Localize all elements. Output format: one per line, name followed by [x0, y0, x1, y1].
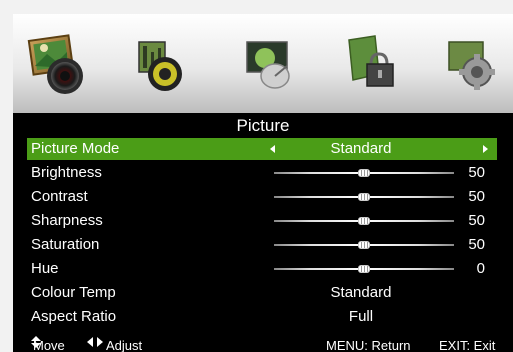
colour-temp-row[interactable]: Colour Temp Standard [27, 282, 497, 304]
hue-label: Hue [31, 260, 59, 277]
tv-osd-menu: Picture Picture Mode Standard Brightness… [13, 14, 513, 352]
hue-slider[interactable] [274, 265, 454, 273]
contrast-label: Contrast [31, 188, 88, 205]
hue-row[interactable]: Hue 0 [27, 258, 497, 280]
saturation-label: Saturation [31, 236, 100, 253]
hue-value: 0 [476, 260, 485, 277]
channel-icon[interactable] [243, 36, 299, 92]
saturation-slider-knob[interactable] [358, 241, 370, 249]
sharpness-row[interactable]: Sharpness 50 [27, 210, 497, 232]
picture-mode-value: Standard [330, 140, 392, 157]
sharpness-slider[interactable] [274, 217, 454, 225]
brightness-value: 50 [468, 164, 485, 181]
brightness-slider[interactable] [274, 169, 454, 177]
contrast-value: 50 [468, 188, 485, 205]
aspect-ratio-label: Aspect Ratio [31, 308, 117, 325]
colour-temp-label: Colour Temp [31, 284, 116, 301]
aspect-ratio-row[interactable]: Aspect Ratio Full [27, 306, 497, 328]
lock-icon[interactable] [345, 34, 397, 94]
saturation-row[interactable]: Saturation 50 [27, 234, 497, 256]
setup-icon[interactable] [445, 36, 499, 92]
picture-mode-row[interactable]: Picture Mode Standard [27, 138, 497, 160]
footer-hints: Move Adjust MENU: Return EXIT: Exit [13, 332, 513, 352]
right-arrow-icon[interactable] [483, 145, 488, 153]
saturation-slider[interactable] [274, 241, 454, 249]
sharpness-value: 50 [468, 212, 485, 229]
colour-temp-value: Standard [330, 284, 392, 301]
picture-mode-label: Picture Mode [31, 140, 120, 157]
exit-hint: EXIT: Exit [439, 338, 496, 352]
adjust-hint: Adjust [106, 338, 143, 352]
sharpness-slider-knob[interactable] [358, 217, 370, 225]
move-hint: Move [33, 338, 65, 352]
contrast-slider[interactable] [274, 193, 454, 201]
saturation-value: 50 [468, 236, 485, 253]
sharpness-label: Sharpness [31, 212, 103, 229]
brightness-slider-knob[interactable] [358, 169, 370, 177]
brightness-row[interactable]: Brightness 50 [27, 162, 497, 184]
aspect-ratio-value: Full [348, 308, 374, 325]
contrast-slider-knob[interactable] [358, 193, 370, 201]
menu-icon-bar [13, 14, 513, 113]
picture-icon[interactable] [27, 28, 89, 98]
sound-icon[interactable] [133, 36, 185, 94]
menu-title: Picture [236, 116, 290, 135]
menu-return-hint: MENU: Return [326, 338, 411, 352]
brightness-label: Brightness [31, 164, 102, 181]
contrast-row[interactable]: Contrast 50 [27, 186, 497, 208]
left-right-arrow-icon [87, 337, 103, 347]
hue-slider-knob[interactable] [358, 265, 370, 273]
